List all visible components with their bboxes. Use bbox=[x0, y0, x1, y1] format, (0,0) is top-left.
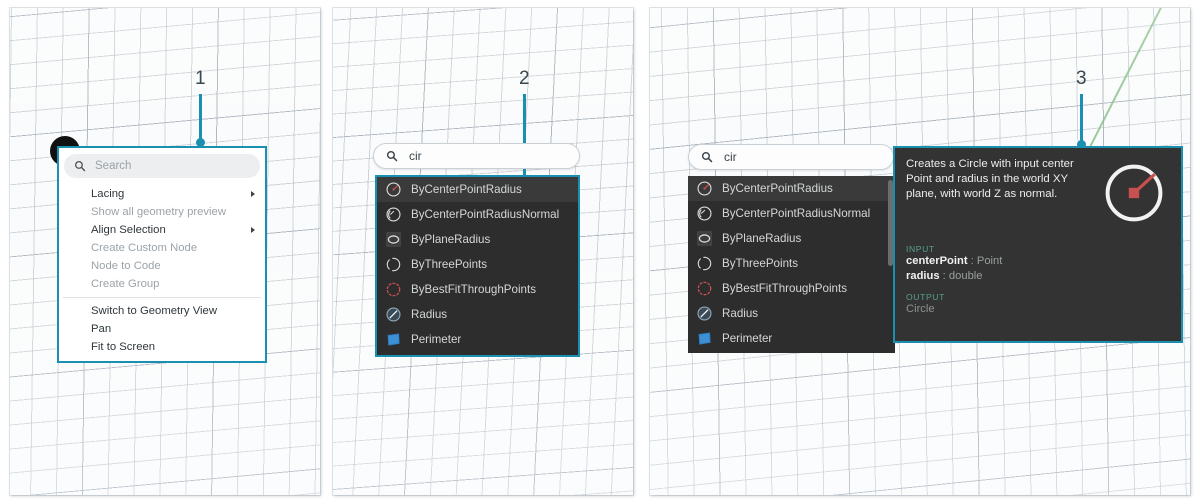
search-result-label: ByCenterPointRadiusNormal bbox=[411, 208, 560, 221]
tooltip-input-row: radius : double bbox=[906, 269, 1002, 284]
search-result-item[interactable]: ByCenterPointRadius bbox=[377, 177, 578, 202]
tooltip-input-sep: : bbox=[939, 269, 949, 282]
search-result-item[interactable]: ByPlaneRadius bbox=[688, 226, 895, 251]
node-tooltip: Creates a Circle with input center Point… bbox=[893, 146, 1183, 343]
menu-item-switch-to-geometry-view[interactable]: Switch to Geometry View bbox=[59, 302, 265, 320]
circle-query-radius-icon bbox=[697, 306, 712, 321]
search-result-label: Perimeter bbox=[722, 332, 773, 345]
search-result-item[interactable]: ByThreePoints bbox=[377, 252, 578, 277]
tooltip-input-label: INPUT bbox=[906, 244, 935, 254]
tooltip-input-sep: : bbox=[967, 255, 977, 267]
circle-query-radius-icon bbox=[386, 307, 401, 322]
search-result-item[interactable]: Radius bbox=[688, 301, 895, 326]
search-result-item[interactable]: Radius bbox=[377, 302, 578, 327]
menu-item-label: Show all geometry preview bbox=[91, 206, 226, 218]
circle-dashed-icon bbox=[697, 256, 712, 271]
callout-3-line bbox=[1080, 94, 1083, 144]
search-result-label: ByCenterPointRadiusNormal bbox=[722, 207, 871, 220]
tooltip-input-type: double bbox=[948, 269, 983, 282]
menu-item-label: Lacing bbox=[91, 188, 125, 200]
panel-1-context-menu: 1 Lacing Show all geometry preview bbox=[10, 8, 320, 495]
panel-2-search-results: 2 ByCenterPointRadius ByCenterPointRadiu… bbox=[333, 8, 633, 495]
search-bar-2[interactable] bbox=[373, 143, 580, 169]
menu-item-create-group: Create Group bbox=[59, 275, 265, 293]
search-input-1[interactable] bbox=[93, 159, 250, 173]
search-results-list-3[interactable]: ByCenterPointRadius ByCenterPointRadiusN… bbox=[688, 176, 895, 353]
circle-plane-icon bbox=[697, 231, 712, 246]
menu-item-label: Align Selection bbox=[91, 224, 166, 236]
chevron-right-icon bbox=[251, 191, 255, 197]
tooltip-input-row: centerPoint : Point bbox=[906, 254, 1002, 269]
surface-perimeter-icon bbox=[387, 333, 400, 346]
circle-radius-icon bbox=[697, 181, 712, 196]
search-result-label: Radius bbox=[411, 308, 448, 321]
screenshot-stage: 1 Lacing Show all geometry preview bbox=[0, 0, 1200, 503]
callout-3-number: 3 bbox=[1076, 68, 1087, 89]
search-result-label: ByPlaneRadius bbox=[411, 233, 491, 246]
circle-plane-icon bbox=[386, 232, 401, 247]
tooltip-output-label: OUTPUT bbox=[906, 292, 945, 302]
search-icon bbox=[701, 151, 713, 163]
search-result-label: Radius bbox=[722, 307, 759, 320]
menu-item-align-selection[interactable]: Align Selection bbox=[59, 221, 265, 239]
search-results-list-2[interactable]: ByCenterPointRadius ByCenterPointRadiusN… bbox=[375, 175, 580, 357]
search-result-item[interactable]: ByBestFitThroughPoints bbox=[688, 276, 895, 301]
tooltip-output-type: Circle bbox=[906, 303, 935, 315]
menu-item-fit-to-screen[interactable]: Fit to Screen bbox=[59, 338, 265, 356]
search-input-3[interactable] bbox=[722, 149, 881, 165]
search-result-item[interactable]: ByCenterPointRadiusNormal bbox=[377, 202, 578, 227]
circle-dashed-icon bbox=[386, 257, 401, 272]
tooltip-input-name: radius bbox=[906, 269, 940, 282]
callout-1-number: 1 bbox=[195, 68, 206, 89]
menu-item-label: Switch to Geometry View bbox=[91, 305, 217, 317]
search-result-label: Perimeter bbox=[411, 333, 462, 346]
search-result-label: ByThreePoints bbox=[722, 257, 799, 270]
context-menu: Lacing Show all geometry preview Align S… bbox=[57, 146, 267, 363]
circle-dotted-icon bbox=[697, 281, 712, 296]
search-result-item[interactable]: Perimeter bbox=[377, 327, 578, 352]
menu-item-label: Fit to Screen bbox=[91, 341, 156, 353]
search-result-label: ByBestFitThroughPoints bbox=[411, 283, 537, 296]
menu-item-label: Create Custom Node bbox=[91, 242, 198, 254]
search-result-item[interactable]: ByThreePoints bbox=[688, 251, 895, 276]
tooltip-description: Creates a Circle with input center Point… bbox=[906, 158, 1074, 200]
surface-perimeter-icon bbox=[698, 332, 711, 345]
context-menu-list: Lacing Show all geometry preview Align S… bbox=[59, 182, 265, 361]
search-result-label: ByBestFitThroughPoints bbox=[722, 282, 848, 295]
tooltip-input-type: Point bbox=[976, 255, 1003, 267]
search-result-item[interactable]: ByCenterPointRadius bbox=[688, 176, 895, 201]
menu-item-lacing[interactable]: Lacing bbox=[59, 185, 265, 203]
menu-item-node-to-code: Node to Code bbox=[59, 257, 265, 275]
search-bar-1[interactable] bbox=[64, 154, 260, 178]
circle-arc-normal-icon bbox=[386, 207, 401, 222]
menu-item-label: Create Group bbox=[91, 278, 160, 290]
search-result-label: ByPlaneRadius bbox=[722, 232, 802, 245]
circle-dotted-icon bbox=[386, 282, 401, 297]
callout-1-line bbox=[199, 94, 202, 142]
search-result-item[interactable]: Perimeter bbox=[688, 326, 895, 351]
search-result-label: ByCenterPointRadius bbox=[722, 182, 833, 195]
search-bar-3[interactable] bbox=[688, 144, 894, 170]
menu-separator bbox=[63, 297, 261, 298]
menu-item-pan[interactable]: Pan bbox=[59, 320, 265, 338]
search-result-item[interactable]: ByPlaneRadius bbox=[377, 227, 578, 252]
menu-item-label: Node to Code bbox=[91, 260, 161, 272]
circle-radius-icon bbox=[386, 182, 401, 197]
callout-2-number: 2 bbox=[519, 68, 530, 89]
search-result-label: ByThreePoints bbox=[411, 258, 488, 271]
tooltip-input-name: centerPoint bbox=[906, 255, 968, 267]
chevron-right-icon bbox=[251, 227, 255, 233]
search-result-label: ByCenterPointRadius bbox=[411, 183, 522, 196]
search-icon bbox=[386, 150, 398, 162]
circle-arc-normal-icon bbox=[697, 206, 712, 221]
menu-item-create-custom-node: Create Custom Node bbox=[59, 239, 265, 257]
circle-with-radius-thumbnail bbox=[1105, 164, 1163, 222]
search-result-item[interactable]: ByCenterPointRadiusNormal bbox=[688, 201, 895, 226]
menu-item-label: Pan bbox=[91, 323, 112, 335]
search-result-item[interactable]: ByBestFitThroughPoints bbox=[377, 277, 578, 302]
search-input-2[interactable] bbox=[407, 148, 567, 164]
menu-item-show-all-geometry-preview: Show all geometry preview bbox=[59, 203, 265, 221]
search-icon bbox=[75, 161, 86, 172]
panel-3-search-results-with-tooltip: 3 ByCenterPointRadius ByCenterPointRadiu… bbox=[650, 8, 1190, 495]
